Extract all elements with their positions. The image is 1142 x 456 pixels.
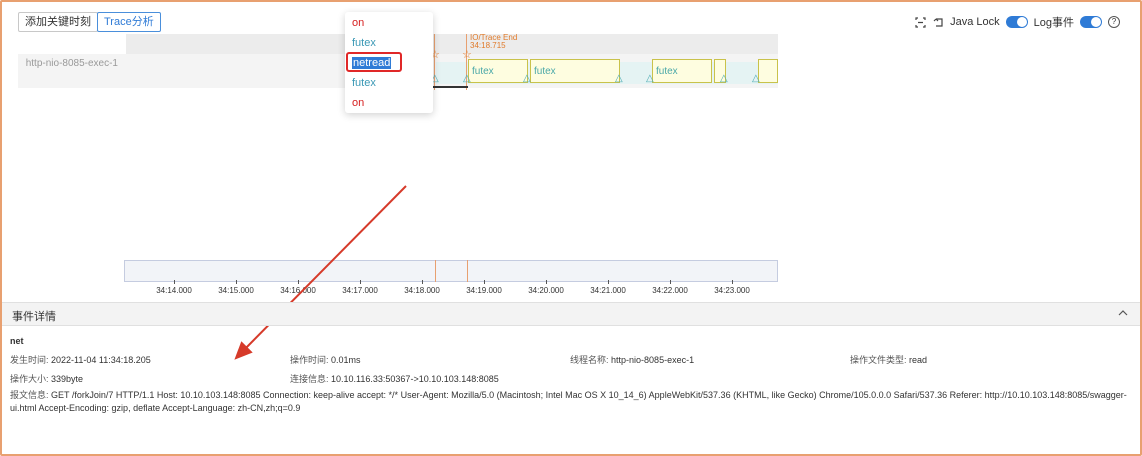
- dropdown-item-on-2[interactable]: on: [352, 96, 364, 110]
- event-dropdown: on futex netread futex on: [345, 12, 433, 113]
- axis-tick: [174, 280, 175, 284]
- axis-tick-label: 34:17.000: [342, 286, 378, 295]
- packet-value: GET /forkJoin/7 HTTP/1.1 Host: 10.10.103…: [10, 390, 1127, 413]
- event-marker-7[interactable]: △: [752, 74, 760, 84]
- op-size-field: 操作大小: 339byte: [10, 372, 83, 385]
- trace-analysis-button[interactable]: Trace分析: [97, 12, 161, 32]
- axis-tick: [732, 280, 733, 284]
- reset-icon[interactable]: [932, 16, 944, 28]
- axis-tick: [608, 280, 609, 284]
- timeline-header-band: [126, 34, 778, 54]
- op-file-type-value: read: [909, 355, 928, 365]
- axis-marker-2: [467, 260, 468, 282]
- op-file-type-field: 操作文件类型: read: [850, 353, 927, 366]
- axis-tick-label: 34:22.000: [652, 286, 688, 295]
- segment-futex-3[interactable]: futex: [652, 59, 712, 83]
- op-size-key: 操作大小:: [10, 374, 49, 384]
- thread-name-field: 线程名称: http-nio-8085-exec-1: [570, 353, 694, 366]
- axis-tick-label: 34:15.000: [218, 286, 254, 295]
- dropdown-item-futex-1[interactable]: futex: [352, 36, 376, 50]
- segment-futex-1[interactable]: futex: [468, 59, 528, 83]
- axis-tick: [236, 280, 237, 284]
- dropdown-item-futex-2[interactable]: futex: [352, 76, 376, 90]
- log-event-toggle[interactable]: [1080, 16, 1102, 28]
- dropdown-item-on-1[interactable]: on: [352, 16, 364, 30]
- event-marker-4[interactable]: △: [615, 74, 623, 84]
- op-file-type-key: 操作文件类型:: [850, 355, 907, 365]
- occur-time-field: 发生时间: 2022-11-04 11:34:18.205: [10, 353, 151, 366]
- connection-key: 连接信息:: [290, 374, 329, 384]
- fit-view-icon[interactable]: [914, 16, 926, 28]
- axis-tick-label: 34:14.000: [156, 286, 192, 295]
- right-toolbar: Java Lock Log事件 ?: [914, 14, 1120, 30]
- axis-tick: [670, 280, 671, 284]
- event-name: net: [10, 336, 24, 346]
- segment-5[interactable]: [758, 59, 778, 83]
- add-keyframe-button[interactable]: 添加关键时刻: [18, 12, 98, 32]
- packet-field: 报文信息: GET /forkJoin/7 HTTP/1.1 Host: 10.…: [10, 389, 1128, 415]
- event-details-header: 事件详情: [2, 302, 1140, 326]
- trace-end-annotation: IO/Trace End 34:18.715: [470, 34, 517, 50]
- op-size-value: 339byte: [51, 374, 84, 384]
- event-marker-3[interactable]: △: [523, 74, 531, 84]
- axis-tick: [360, 280, 361, 284]
- op-time-key: 操作时间:: [290, 355, 329, 365]
- thread-name-value: http-nio-8085-exec-1: [611, 355, 695, 365]
- connection-value: 10.10.116.33:50367->10.10.103.148:8085: [331, 374, 499, 384]
- log-event-label: Log事件: [1033, 17, 1074, 29]
- java-lock-label: Java Lock: [950, 16, 1000, 28]
- axis-tick-label: 34:20.000: [528, 286, 564, 295]
- event-marker-5[interactable]: △: [646, 74, 654, 84]
- axis-tick-label: 34:21.000: [590, 286, 626, 295]
- help-icon[interactable]: ?: [1108, 16, 1120, 28]
- segment-futex-2[interactable]: futex: [530, 59, 620, 83]
- axis-tick-label: 34:19.000: [466, 286, 502, 295]
- trace-end-time: 34:18.715: [470, 41, 506, 50]
- op-time-value: 0.01ms: [331, 355, 361, 365]
- axis-tick-label: 34:18.000: [404, 286, 440, 295]
- chevron-up-icon[interactable]: [1116, 307, 1130, 321]
- op-time-field: 操作时间: 0.01ms: [290, 353, 361, 366]
- thread-label: http-nio-8085-exec-1: [25, 58, 118, 69]
- axis-tick: [298, 280, 299, 284]
- axis-marker-1: [435, 260, 436, 282]
- connection-field: 连接信息: 10.10.116.33:50367->10.10.103.148:…: [290, 372, 499, 385]
- axis-tick: [484, 280, 485, 284]
- thread-name-key: 线程名称:: [570, 355, 609, 365]
- occur-time-key: 发生时间:: [10, 355, 49, 365]
- axis-tick: [422, 280, 423, 284]
- java-lock-toggle[interactable]: [1005, 16, 1028, 28]
- axis-tick: [546, 280, 547, 284]
- selection-range-line: [430, 86, 468, 88]
- axis-tick-label: 34:23.000: [714, 286, 750, 295]
- event-marker-2[interactable]: △: [463, 74, 471, 84]
- netread-highlight-box: [346, 52, 402, 72]
- time-axis-scrollbar[interactable]: [124, 260, 778, 282]
- packet-key: 报文信息:: [10, 390, 49, 400]
- event-details-title: 事件详情: [12, 311, 56, 323]
- occur-time-value: 2022-11-04 11:34:18.205: [51, 355, 151, 365]
- axis-tick-label: 34:16.000: [280, 286, 316, 295]
- event-marker-6[interactable]: △: [720, 74, 728, 84]
